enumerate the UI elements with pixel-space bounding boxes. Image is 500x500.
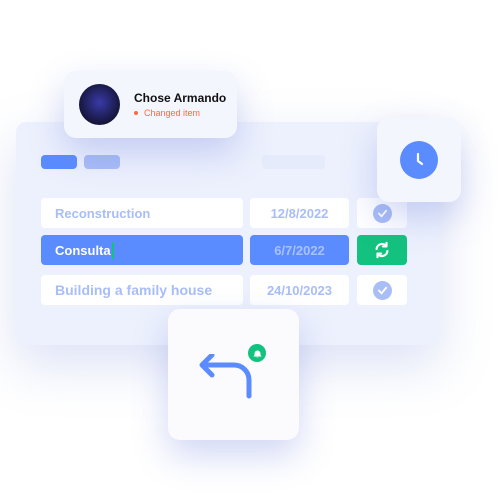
check-icon [372, 203, 392, 223]
placeholder-pill [262, 155, 325, 169]
bell-icon [248, 344, 266, 362]
row-date[interactable]: 24/10/2023 [250, 275, 349, 305]
clock-card[interactable] [377, 118, 461, 202]
avatar [79, 84, 120, 125]
tab-1[interactable] [41, 155, 77, 169]
check-icon [372, 280, 392, 300]
row-status[interactable] [357, 198, 407, 228]
row-name[interactable]: Reconstruction [41, 198, 243, 228]
profile-card: Chose Armando Changed item [64, 71, 237, 138]
row-name[interactable]: Building a family house [41, 275, 243, 305]
undo-card[interactable] [168, 309, 299, 440]
row-status-syncing[interactable] [357, 235, 407, 265]
profile-name: Chose Armando [134, 91, 227, 105]
row-status[interactable] [357, 275, 407, 305]
row-date[interactable]: 12/8/2022 [250, 198, 349, 228]
profile-status: Changed item [144, 108, 201, 118]
status-dot [134, 111, 138, 115]
row-date[interactable]: 6/7/2022 [250, 235, 349, 265]
row-name-input[interactable]: Consulta [55, 243, 111, 258]
row-name-editing[interactable]: Consulta [41, 235, 243, 265]
clock-icon [400, 141, 438, 179]
tab-2[interactable] [84, 155, 120, 169]
refresh-icon [375, 241, 389, 259]
text-cursor [111, 241, 114, 259]
